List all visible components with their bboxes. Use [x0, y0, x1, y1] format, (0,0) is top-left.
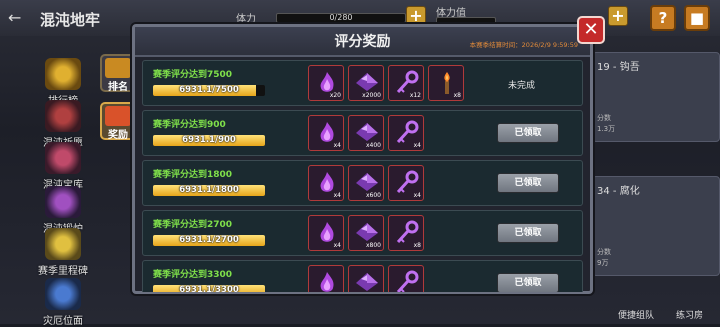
item-count: x800	[365, 242, 381, 249]
item-count: x12	[409, 92, 421, 99]
item-count: x600	[365, 192, 381, 199]
star-badge-icon	[45, 228, 81, 260]
item-count: x8	[413, 242, 421, 249]
card-title: 34 - 腐化	[597, 186, 640, 197]
key-reward-item[interactable]	[388, 265, 424, 292]
score-progress-bar: 6931.1/900	[153, 135, 265, 146]
quick-team-label[interactable]: 便捷组队	[618, 308, 654, 321]
flame-reward-item[interactable]	[308, 265, 344, 292]
item-count: x4	[333, 142, 341, 149]
item-count: x8	[453, 92, 461, 99]
item-count: x400	[365, 142, 381, 149]
crystal-reward-item[interactable]	[348, 265, 384, 292]
home-button[interactable]: ■	[684, 5, 710, 31]
reward-threshold: 赛季评分达到1800	[153, 170, 233, 180]
reward-row: 赛季评分达到7500 6931.1/7500 x20 x2000 x12 x8 未完成	[142, 60, 583, 106]
status-label: 未完成	[508, 81, 536, 91]
sidebar-item-milestone[interactable]: 赛季里程碑	[30, 228, 96, 277]
reward-row: 赛季评分达到1800 6931.1/1800 x4 x600 x4 已领取	[142, 160, 583, 206]
season-end-time: 本赛季结算时间：2026/2/9 9:59:59	[469, 41, 578, 49]
crystal-reward-item[interactable]: x800	[348, 215, 384, 251]
add-resource-button[interactable]: +	[608, 6, 628, 26]
page-title: 混沌地牢	[40, 11, 101, 29]
wish-icon	[45, 100, 81, 132]
reward-row: 赛季评分达到3300 6931.1/3300 已领取	[142, 260, 583, 292]
stamina-value: 0/280	[329, 13, 353, 22]
vault-icon	[45, 142, 81, 174]
chest-icon	[105, 106, 131, 126]
flame-reward-item[interactable]: x20	[308, 65, 344, 101]
dungeon-card-2[interactable]: 34 - 腐化 分数 9万	[592, 176, 720, 276]
stamina-bar: 0/280	[276, 13, 406, 23]
flame-reward-item[interactable]: x4	[308, 115, 344, 151]
tab-rewards[interactable]: 奖励	[100, 102, 136, 141]
dungeon-card-1[interactable]: 19 - 钩吾 分数 1.3万	[592, 52, 720, 142]
add-stamina-button[interactable]: +	[406, 6, 426, 26]
claimed-button[interactable]: 已领取	[497, 123, 559, 143]
crystal-reward-item[interactable]: x2000	[348, 65, 384, 101]
tab-label: 奖励	[108, 130, 128, 141]
trophy-icon	[45, 58, 81, 90]
flame-reward-item[interactable]: x4	[308, 215, 344, 251]
forge-icon	[45, 186, 81, 218]
tab-ranking[interactable]: 排名	[100, 54, 136, 93]
key-reward-item[interactable]: x8	[388, 215, 424, 251]
portal-icon	[45, 278, 81, 310]
sidebar-item-label: 赛季里程碑	[38, 266, 88, 277]
progress-text: 6931.1/3300	[179, 285, 239, 292]
progress-text: 6931.1/7500	[179, 85, 239, 95]
claimed-button[interactable]: 已领取	[497, 173, 559, 193]
claimed-button[interactable]: 已领取	[497, 273, 559, 292]
key-reward-item[interactable]: x12	[388, 65, 424, 101]
sidebar-item-plane[interactable]: 灾厄位面	[30, 278, 96, 327]
reward-row: 赛季评分达到900 6931.1/900 x4 x400 x4 已领取	[142, 110, 583, 156]
reward-threshold: 赛季评分达到7500	[153, 70, 233, 80]
sidebar-item-label: 灾厄位面	[43, 316, 83, 327]
back-arrow-icon[interactable]: ←	[8, 8, 21, 27]
crystal-reward-item[interactable]: x400	[348, 115, 384, 151]
help-button[interactable]: ?	[650, 5, 676, 31]
claimed-button[interactable]: 已领取	[497, 223, 559, 243]
item-count: x2000	[362, 92, 381, 99]
flame-reward-item[interactable]: x4	[308, 165, 344, 201]
score-progress-bar: 6931.1/7500	[153, 85, 265, 96]
card-line: 分数	[597, 248, 611, 256]
card-title: 19 - 钩吾	[597, 62, 640, 73]
reward-row: 赛季评分达到2700 6931.1/2700 x4 x800 x8 已领取	[142, 210, 583, 256]
key-reward-item[interactable]: x4	[388, 165, 424, 201]
progress-text: 6931.1/2700	[179, 235, 239, 245]
reward-threshold: 赛季评分达到3300	[153, 270, 233, 280]
reward-list[interactable]: 赛季评分达到7500 6931.1/7500 x20 x2000 x12 x8 未完成 赛季评…	[142, 60, 583, 292]
sidebar-item-vault[interactable]: 混沌宝库	[30, 142, 96, 191]
card-line: 分数	[597, 114, 611, 122]
progress-text: 6931.1/900	[182, 135, 236, 145]
item-count: x4	[333, 242, 341, 249]
progress-text: 6931.1/1800	[179, 185, 239, 195]
trophy-icon	[105, 58, 131, 78]
tab-label: 排名	[108, 82, 128, 93]
card-line: 9万	[597, 259, 609, 267]
score-progress-bar: 6931.1/3300	[153, 285, 265, 292]
item-count: x4	[413, 192, 421, 199]
practice-room-label[interactable]: 练习房	[676, 308, 703, 321]
stamina-label: 体力	[236, 14, 256, 25]
score-progress-bar: 6931.1/1800	[153, 185, 265, 196]
card-line: 1.3万	[597, 125, 616, 133]
item-count: x20	[329, 92, 341, 99]
reward-threshold: 赛季评分达到900	[153, 120, 226, 130]
score-progress-bar: 6931.1/2700	[153, 235, 265, 246]
score-rewards-panel: 评分奖励 本赛季结算时间：2026/2/9 9:59:59 赛季评分达到7500…	[132, 24, 593, 294]
crystal-reward-item[interactable]: x600	[348, 165, 384, 201]
reward-threshold: 赛季评分达到2700	[153, 220, 233, 230]
torch-reward-item[interactable]: x8	[428, 65, 464, 101]
item-count: x4	[413, 142, 421, 149]
item-count: x4	[333, 192, 341, 199]
key-reward-item[interactable]: x4	[388, 115, 424, 151]
close-button[interactable]: ✕	[577, 16, 605, 44]
